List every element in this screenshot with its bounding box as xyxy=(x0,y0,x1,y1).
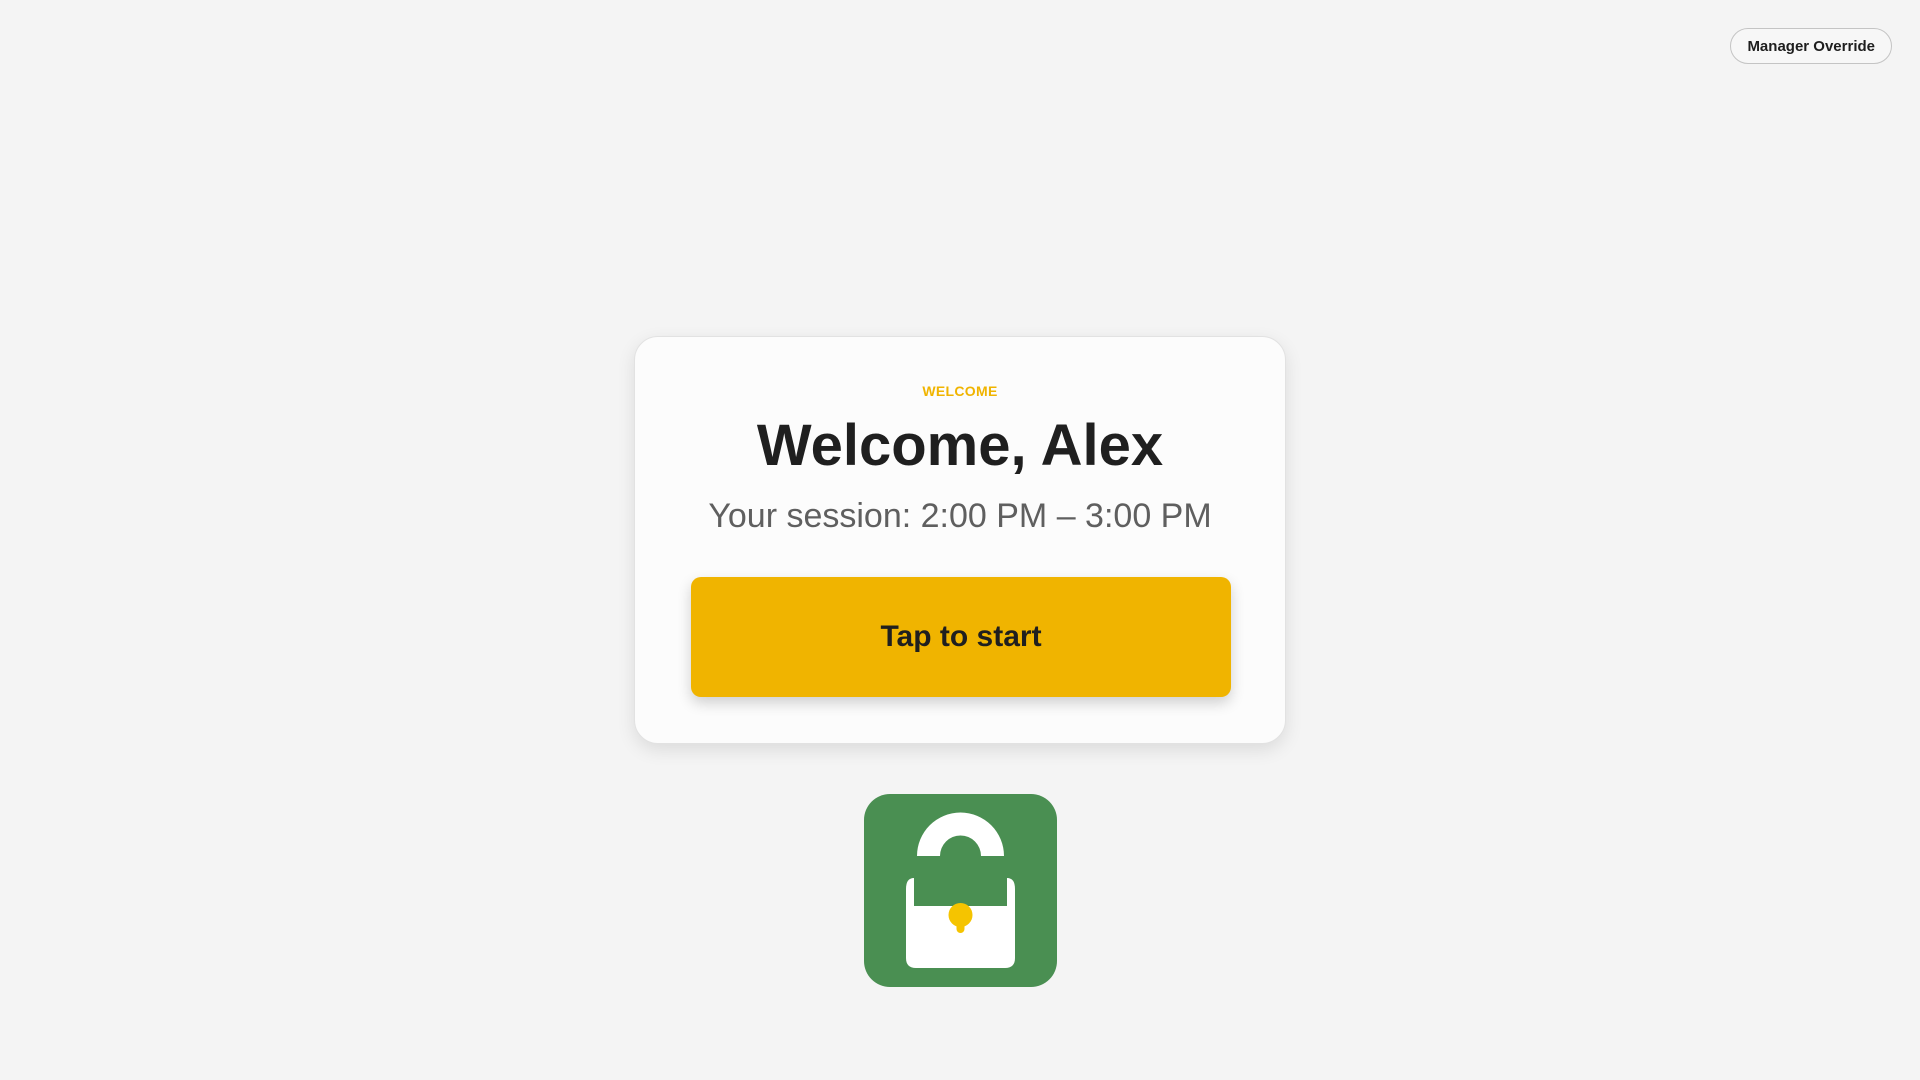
welcome-headline: Welcome, Alex xyxy=(756,413,1164,478)
tap-to-start-button[interactable]: Tap to start xyxy=(691,577,1231,697)
welcome-card: WELCOME Welcome, Alex Your session: 2:00… xyxy=(634,336,1286,744)
manager-override-button[interactable]: Manager Override xyxy=(1730,28,1892,64)
kiosk-screen: Manager Override WELCOME Welcome, Alex Y… xyxy=(0,0,1920,1080)
session-time-text: Your session: 2:00 PM – 3:00 PM xyxy=(708,497,1212,535)
welcome-eyebrow: WELCOME xyxy=(922,383,998,399)
open-lock-icon xyxy=(864,794,1057,987)
